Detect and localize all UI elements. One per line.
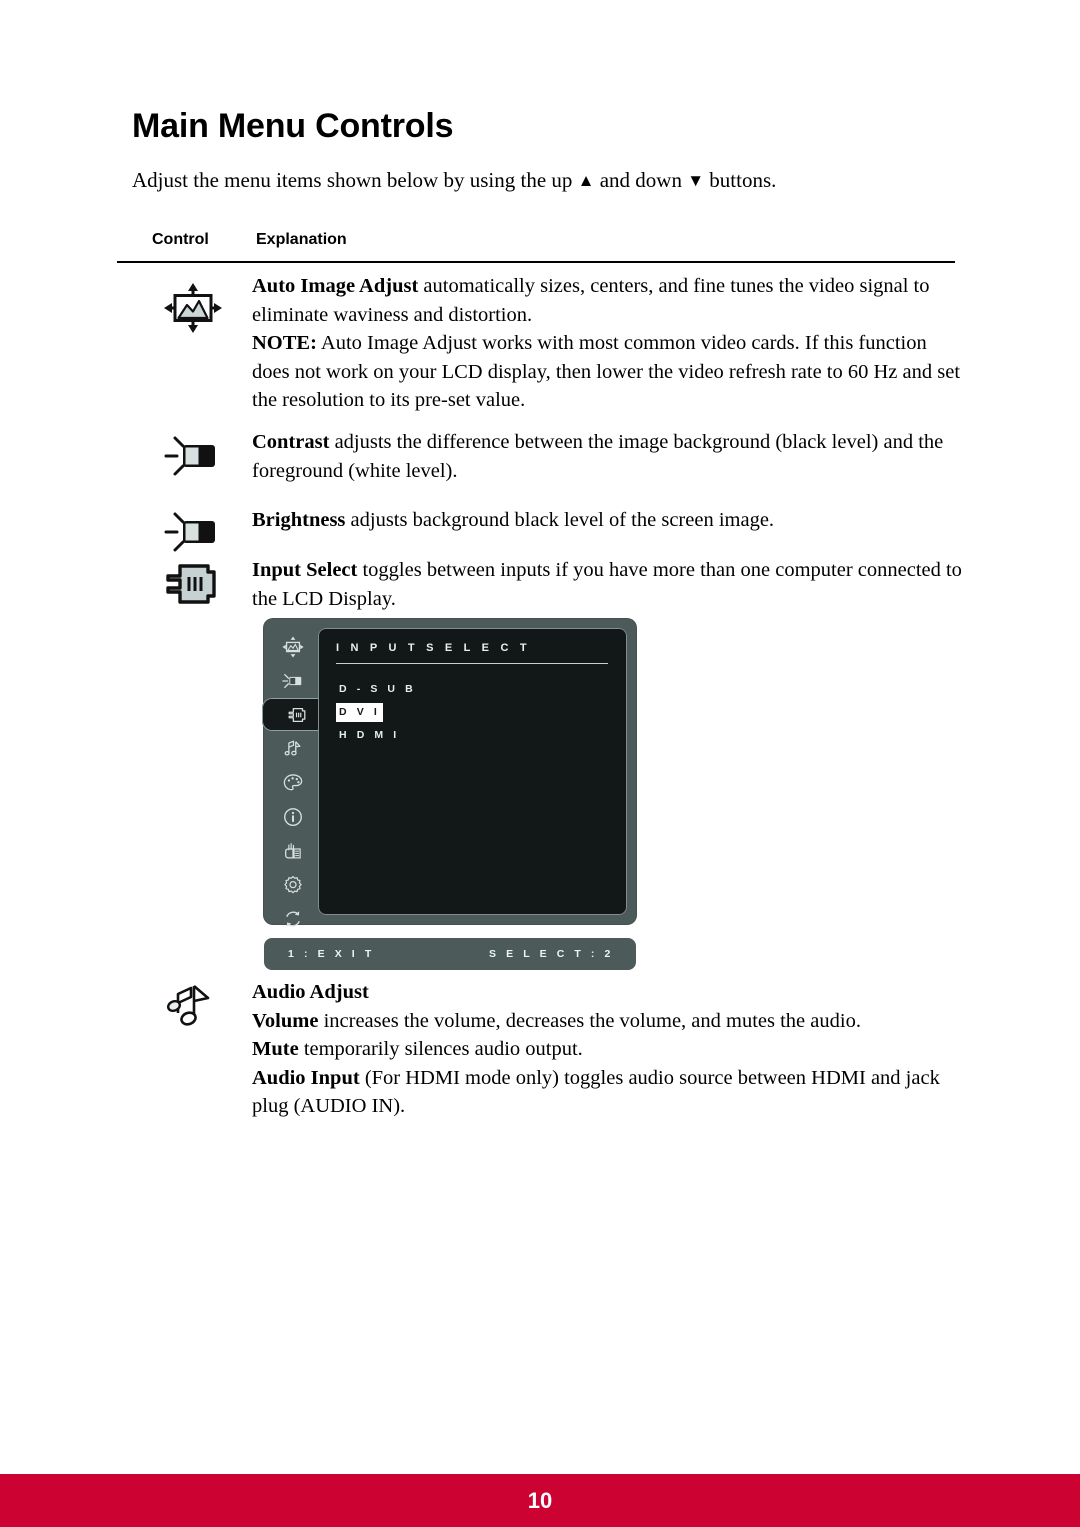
input-select-icon (160, 558, 232, 618)
memory-recall-icon (286, 910, 300, 927)
input-select-term: Input Select (252, 559, 358, 581)
intro-text-before: Adjust the menu items shown below by usi… (132, 168, 578, 192)
auto-image-adjust-term: Auto Image Adjust (252, 275, 419, 297)
page-title: Main Menu Controls (132, 107, 454, 145)
audio-adjust-text: Audio Adjust Volume increases the volume… (252, 978, 964, 1121)
osd-option-list: D - S U B D V I H D M I (337, 679, 418, 748)
osd-sidebar-item-information[interactable] (264, 800, 322, 833)
auto-image-adjust-icon (163, 282, 235, 342)
osd-footer-exit[interactable]: 1 : E X I T (288, 948, 375, 960)
input-select-body: toggles between inputs if you have more … (252, 559, 962, 610)
intro-paragraph: Adjust the menu items shown below by usi… (132, 168, 776, 193)
osd-menu-screenshot: I N P U T S E L E C T D - S U B D V I H … (262, 619, 636, 927)
footer-band: 10 (0, 1474, 1080, 1527)
brightness-term: Brightness (252, 509, 346, 531)
mute-body: temporarily silences audio output. (298, 1038, 583, 1061)
brightness-text: Brightness adjusts background black leve… (252, 506, 964, 535)
down-triangle-icon: ▼ (687, 171, 705, 190)
intro-text-after: buttons. (704, 168, 777, 192)
manual-image-adjust-icon (285, 842, 301, 859)
osd-option-dvi[interactable]: D V I (337, 704, 383, 721)
brightness-body: adjusts background black level of the sc… (345, 509, 775, 531)
up-triangle-icon: ▲ (577, 171, 595, 190)
osd-footer-bar: 1 : E X I T S E L E C T : 2 (264, 938, 636, 970)
osd-sidebar (262, 619, 332, 927)
osd-title: I N P U T S E L E C T (336, 642, 531, 654)
auto-image-adjust-icon (282, 635, 304, 658)
volume-body: increases the volume, decreases the volu… (318, 1009, 861, 1032)
osd-sidebar-item-auto-image-adjust[interactable] (264, 630, 322, 663)
osd-screen: I N P U T S E L E C T D - S U B D V I H … (318, 628, 627, 915)
volume-term: Volume (252, 1009, 319, 1032)
column-header-explanation: Explanation (256, 231, 347, 248)
contrast-icon (163, 432, 235, 492)
osd-option-d-sub[interactable]: D - S U B (337, 681, 418, 698)
osd-sidebar-item-memory-recall[interactable] (264, 902, 322, 935)
contrast-body: adjusts the difference between the image… (252, 431, 944, 482)
mute-term: Mute (252, 1038, 299, 1061)
osd-footer-select[interactable]: S E L E C T : 2 (489, 948, 614, 960)
page-number: 10 (527, 1488, 553, 1513)
audio-input-term: Audio Input (252, 1066, 360, 1089)
audio-adjust-icon (160, 980, 232, 1040)
osd-option-hdmi[interactable]: H D M I (337, 727, 402, 744)
contrast-icon (282, 673, 302, 688)
osd-panel: I N P U T S E L E C T D - S U B D V I H … (262, 619, 636, 927)
contrast-text: Contrast adjusts the difference between … (252, 428, 964, 485)
auto-image-adjust-note-label: NOTE: (252, 332, 317, 355)
information-icon (284, 807, 302, 826)
auto-image-adjust-text: Auto Image Adjust automatically sizes, c… (252, 272, 964, 415)
osd-sidebar-item-audio-adjust[interactable] (264, 732, 322, 765)
audio-adjust-heading: Audio Adjust (252, 981, 369, 1003)
input-select-text: Input Select toggles between inputs if y… (252, 556, 964, 613)
column-header-control: Control (152, 231, 209, 248)
auto-image-adjust-note-body: Auto Image Adjust works with most common… (252, 332, 961, 412)
header-divider (117, 261, 955, 263)
document-page: Main Menu Controls Adjust the menu items… (0, 0, 1080, 1527)
audio-adjust-icon (284, 740, 301, 756)
intro-text-middle: and down (594, 168, 688, 192)
input-select-icon (288, 707, 306, 722)
osd-title-divider (336, 663, 608, 664)
osd-sidebar-item-setup-menu[interactable] (264, 868, 322, 901)
osd-sidebar-item-manual-image-adjust[interactable] (264, 834, 322, 867)
contrast-term: Contrast (252, 431, 330, 453)
color-adjust-icon (283, 773, 303, 790)
osd-sidebar-item-contrast-brightness[interactable] (264, 664, 322, 697)
osd-sidebar-item-color-adjust[interactable] (264, 766, 322, 799)
setup-menu-icon (284, 875, 302, 893)
